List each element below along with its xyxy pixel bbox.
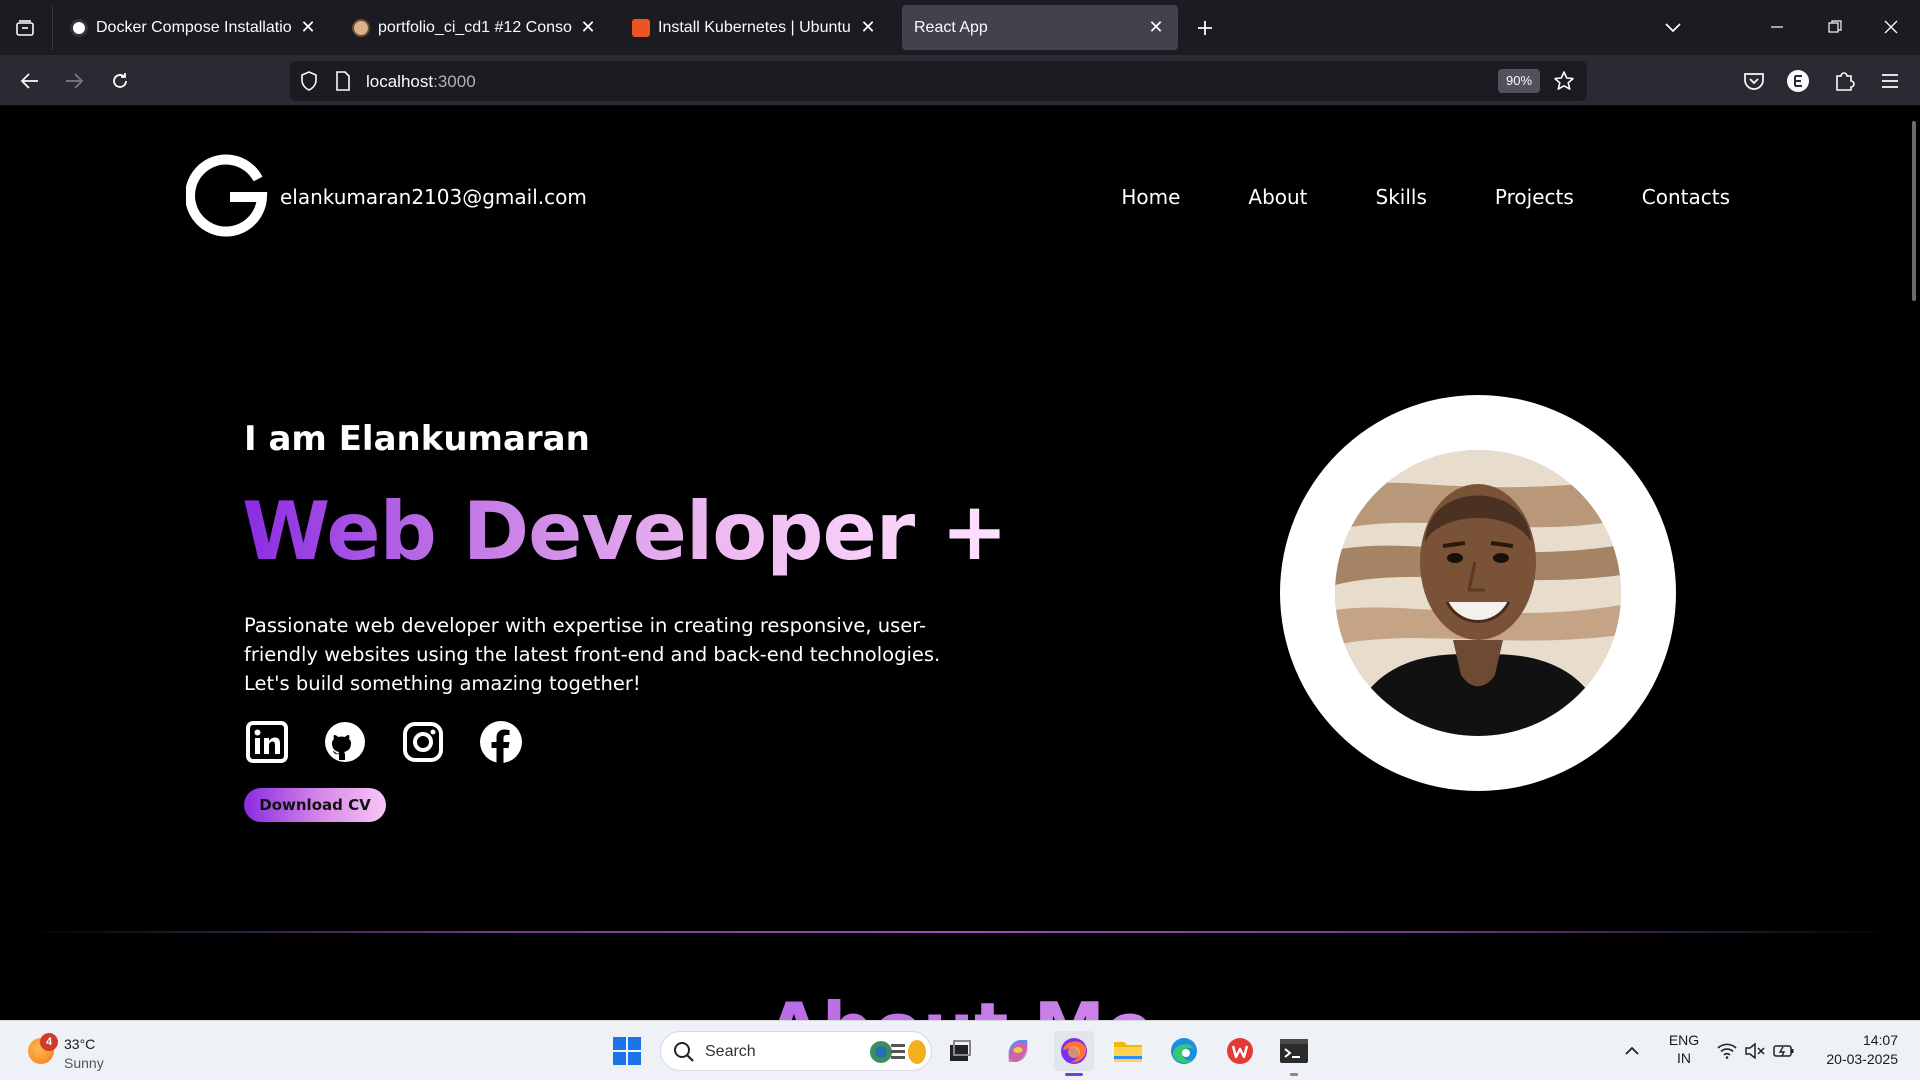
page-icon[interactable] — [332, 70, 354, 92]
language-text: ENG — [1668, 1032, 1700, 1048]
search-placeholder: Search — [705, 1043, 756, 1060]
nav-contacts-link[interactable]: Contacts — [1642, 185, 1730, 209]
instagram-icon[interactable] — [400, 719, 446, 765]
browser-nav-bar: localhost:3000 90% — [0, 55, 1920, 106]
page-scrollbar[interactable] — [1912, 121, 1916, 301]
reload-icon[interactable] — [104, 65, 136, 97]
hero-intro: I am Elankumaran — [244, 419, 590, 459]
region-text: IN — [1677, 1050, 1691, 1066]
linkedin-icon[interactable] — [244, 719, 290, 765]
profile-photo-frame — [1280, 395, 1676, 791]
site-nav: Home About Skills Projects Contacts — [1121, 185, 1730, 209]
file-explorer-icon[interactable] — [1108, 1031, 1148, 1071]
hero-role: Web Developer + — [242, 485, 1008, 578]
wps-office-icon[interactable] — [1220, 1031, 1260, 1071]
site-email[interactable]: elankumaran2103@gmail.com — [280, 185, 587, 209]
terminal-icon[interactable] — [1274, 1031, 1314, 1076]
system-clock[interactable]: 14:07 20-03-2025 — [1826, 1031, 1898, 1069]
url-host: localhost — [366, 72, 434, 91]
tab-jenkins-console[interactable]: portfolio_ci_cd1 #12 Console [Jenkins] ✕ — [340, 5, 610, 50]
profile-photo — [1335, 450, 1621, 736]
temperature-text: 33°C — [64, 1036, 96, 1052]
search-icon — [673, 1041, 695, 1068]
pocket-icon[interactable] — [1738, 65, 1770, 97]
facebook-icon[interactable] — [478, 719, 524, 765]
back-arrow-icon[interactable] — [14, 65, 46, 97]
portfolio-page: elankumaran2103@gmail.com Home About Ski… — [0, 107, 1920, 1020]
forward-arrow-icon[interactable] — [58, 65, 90, 97]
weather-condition-text: Sunny — [64, 1055, 104, 1071]
shield-icon[interactable] — [298, 70, 320, 92]
taskbar-search[interactable]: Search — [660, 1031, 932, 1071]
windows-start-icon[interactable] — [607, 1031, 647, 1071]
battery-charging-icon[interactable] — [1772, 1031, 1796, 1071]
g-logo-icon[interactable] — [185, 153, 270, 237]
tab-title: Docker Compose Installation Fix — [96, 18, 292, 36]
social-links — [244, 719, 524, 765]
nav-projects-link[interactable]: Projects — [1495, 185, 1574, 209]
tab-install-kubernetes[interactable]: Install Kubernetes | Ubuntu ✕ — [620, 5, 890, 50]
clock-date: 20-03-2025 — [1826, 1051, 1898, 1067]
search-highlight-icon — [867, 1039, 927, 1065]
nav-about-link[interactable]: About — [1248, 185, 1307, 209]
notification-badge: 4 — [40, 1033, 58, 1051]
section-divider — [20, 931, 1900, 933]
weather-widget[interactable]: 4 33°C Sunny — [24, 1029, 144, 1073]
url-port: :3000 — [433, 72, 476, 91]
show-hidden-icons-chevron-icon[interactable] — [1620, 1031, 1644, 1071]
tab-title: portfolio_ci_cd1 #12 Console [Jenkins] — [378, 18, 572, 36]
browser-tab-bar: Docker Compose Installation Fix ✕ portfo… — [0, 0, 1920, 55]
download-cv-button[interactable]: Download CV — [244, 788, 386, 822]
windows-taskbar: 4 33°C Sunny Search ENG IN 14:07 20-03-2… — [0, 1020, 1920, 1080]
openai-favicon-icon — [70, 18, 88, 37]
ubuntu-favicon-icon — [632, 18, 650, 37]
nav-home-link[interactable]: Home — [1121, 185, 1180, 209]
zoom-level-badge[interactable]: 90% — [1498, 69, 1541, 93]
tab-title: React App — [914, 18, 988, 36]
hamburger-menu-icon[interactable] — [1874, 65, 1906, 97]
extensions-puzzle-icon[interactable] — [1828, 65, 1860, 97]
close-tab-icon[interactable]: ✕ — [298, 17, 318, 38]
close-window-icon[interactable] — [1876, 12, 1906, 42]
url-text[interactable]: localhost:3000 — [366, 72, 476, 92]
minimize-icon[interactable] — [1762, 12, 1792, 42]
close-tab-icon[interactable]: ✕ — [578, 17, 598, 38]
list-all-tabs-chevron-icon[interactable] — [1658, 12, 1688, 42]
running-indicator — [1065, 1073, 1083, 1076]
hero-description: Passionate web developer with expertise … — [244, 614, 941, 695]
tab-react-app[interactable]: React App ✕ — [902, 5, 1178, 50]
firefox-taskbar-icon[interactable] — [1054, 1031, 1094, 1076]
tab-docker-compose[interactable]: Docker Compose Installation Fix ✕ — [58, 5, 330, 50]
tab-list-icon[interactable] — [10, 14, 40, 42]
language-indicator[interactable]: ENG IN — [1666, 1031, 1702, 1067]
clock-time: 14:07 — [1862, 1032, 1898, 1048]
close-tab-icon[interactable]: ✕ — [1146, 17, 1166, 38]
wifi-icon[interactable] — [1716, 1031, 1738, 1071]
account-avatar-icon[interactable] — [1782, 65, 1814, 97]
github-icon[interactable] — [322, 719, 368, 765]
edge-browser-icon[interactable] — [1164, 1031, 1204, 1071]
copilot-icon[interactable] — [998, 1031, 1038, 1071]
close-tab-icon[interactable]: ✕ — [858, 17, 878, 38]
restore-icon[interactable] — [1820, 12, 1850, 42]
task-view-icon[interactable] — [940, 1031, 980, 1071]
nav-skills-link[interactable]: Skills — [1376, 185, 1427, 209]
running-indicator — [1290, 1073, 1298, 1076]
new-tab-icon[interactable] — [1190, 13, 1220, 43]
bookmark-star-icon[interactable] — [1552, 69, 1576, 93]
url-bar[interactable]: localhost:3000 90% — [290, 61, 1587, 101]
jenkins-favicon-icon — [352, 18, 370, 37]
volume-muted-icon[interactable] — [1744, 1031, 1766, 1071]
tab-title: Install Kubernetes | Ubuntu — [658, 18, 851, 36]
about-heading: About Me — [0, 987, 1920, 1020]
tab-separator — [52, 6, 53, 50]
